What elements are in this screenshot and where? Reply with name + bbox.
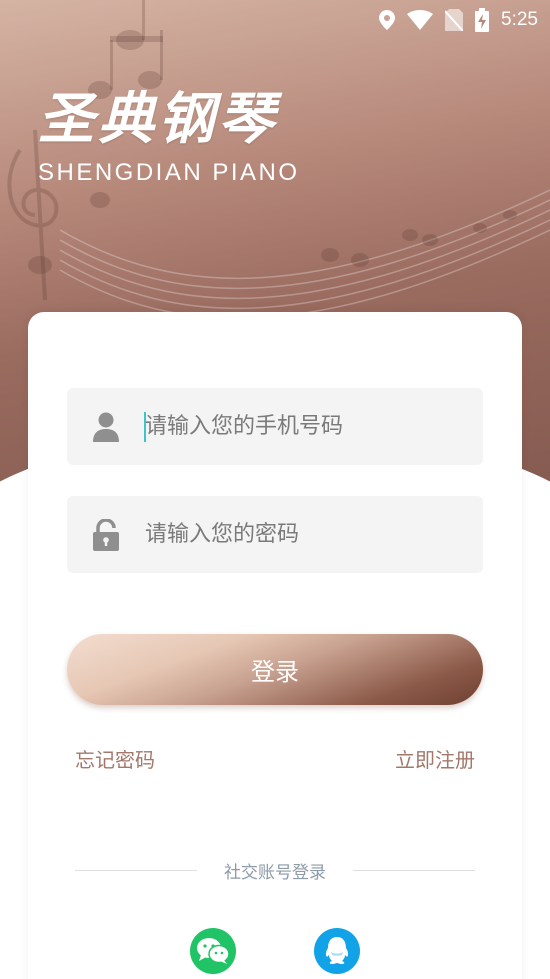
battery-charging-icon xyxy=(475,8,490,32)
brand-title-en: SHENGDIAN PIANO xyxy=(38,159,300,186)
wifi-icon xyxy=(407,10,434,30)
qq-login-button[interactable] xyxy=(314,928,360,974)
brand-logo: 圣典钢琴 SHENGDIAN PIANO xyxy=(38,85,348,187)
no-sim-icon xyxy=(445,9,464,31)
divider-line-right xyxy=(353,869,475,871)
login-card: 登录 忘记密码 立即注册 社交账号登录 xyxy=(28,312,522,979)
user-icon xyxy=(67,412,145,442)
social-login-label: 社交账号登录 xyxy=(224,862,326,883)
forgot-password-link[interactable]: 忘记密码 xyxy=(75,744,155,773)
wechat-login-button[interactable] xyxy=(190,928,236,974)
text-caret xyxy=(144,412,146,442)
qq-icon xyxy=(325,937,349,964)
divider-line-left xyxy=(75,869,197,871)
phone-input[interactable] xyxy=(145,388,483,465)
password-input[interactable] xyxy=(145,496,483,573)
phone-field[interactable] xyxy=(67,388,483,465)
social-login-divider: 社交账号登录 xyxy=(75,857,475,883)
location-icon xyxy=(379,10,396,30)
password-field[interactable] xyxy=(67,496,483,573)
lock-icon xyxy=(67,518,145,551)
status-time: 5:25 xyxy=(501,9,538,30)
status-bar: 5:25 xyxy=(0,0,550,40)
wechat-icon xyxy=(197,938,230,964)
register-link[interactable]: 立即注册 xyxy=(395,744,475,773)
brand-title-cn: 圣典钢琴 xyxy=(38,87,278,152)
login-button[interactable]: 登录 xyxy=(67,634,483,705)
